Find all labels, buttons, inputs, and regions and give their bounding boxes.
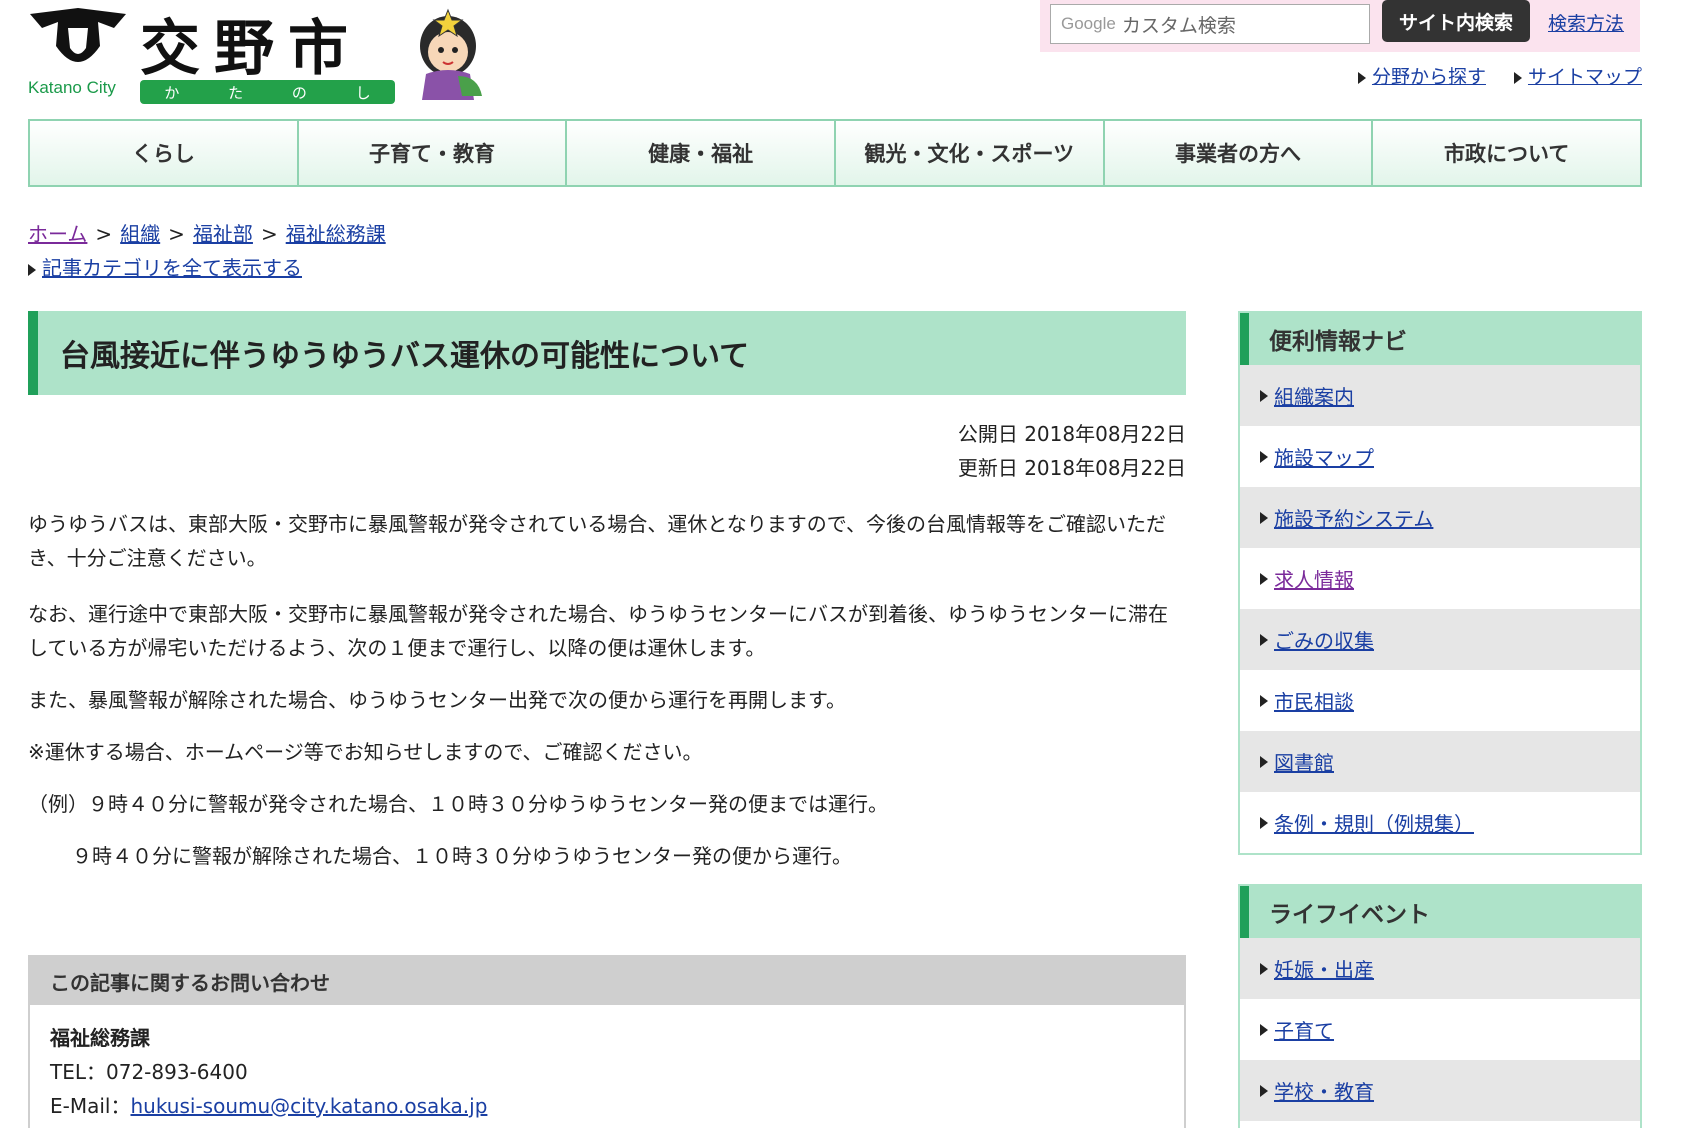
breadcrumb-welfare-section[interactable]: 福祉総務課 [286,222,386,246]
sidebar-item-consultation[interactable]: 市民相談 [1240,670,1640,731]
triangle-right-icon [1260,633,1268,646]
contact-tel: TEL：072-893-6400 [50,1060,248,1084]
search-button[interactable]: サイト内検索 [1382,0,1530,42]
triangle-right-icon [1513,71,1522,84]
breadcrumb: ホーム > 組織 > 福祉部 > 福祉総務課 [28,222,386,246]
nav-item-living[interactable]: くらし [30,121,299,185]
updated-date: 更新日 2018年08月22日 [957,456,1186,480]
nav-item-business[interactable]: 事業者の方へ [1104,121,1374,185]
google-brand: Google [1061,14,1116,33]
contact-heading: この記事に関するお問い合わせ [30,957,1184,1005]
triangle-right-icon [1260,694,1268,707]
contact-email-row: E-Mail：hukusi-soumu@city.katano.osaka.jp [50,1094,488,1118]
contact-body: 福祉総務課 TEL：072-893-6400 E-Mail：hukusi-sou… [30,1005,1184,1128]
logo-title: 交野市 [140,14,362,84]
sidebar-item-reservation[interactable]: 施設予約システム [1240,487,1640,548]
triangle-right-icon [28,263,36,276]
header-links: 分野から探す サイトマップ [1357,62,1642,89]
article-dates: 公開日 2018年08月22日 更新日 2018年08月22日 [28,417,1186,485]
published-date: 公開日 2018年08月22日 [957,422,1186,446]
nav-item-health[interactable]: 健康・福祉 [567,121,837,185]
sidebar-item-library[interactable]: 図書館 [1240,731,1640,792]
sidebar-list: 妊娠・出産 子育て 学校・教育 [1240,938,1640,1128]
sidebar-item-childcare[interactable]: 子育て [1240,999,1640,1060]
nav-item-citygov[interactable]: 市政について [1373,121,1641,185]
nav-item-tourism[interactable]: 観光・文化・スポーツ [836,121,1105,185]
site-search: Google カスタム検索 サイト内検索 検索方法 [1040,0,1640,52]
sidebar-item-garbage[interactable]: ごみの収集 [1240,609,1640,670]
logo-kana: か た の し [140,80,395,104]
triangle-right-icon [1260,572,1268,585]
triangle-right-icon [1260,755,1268,768]
sidebar-item-ordinances[interactable]: 条例・規則（例規集） [1240,792,1640,853]
sidebar-heading: 便利情報ナビ [1240,313,1640,365]
contact-box: この記事に関するお問い合わせ 福祉総務課 TEL：072-893-6400 E-… [28,955,1186,1128]
triangle-right-icon [1260,511,1268,524]
triangle-right-icon [1357,71,1366,84]
article-paragraph: ９時４０分に警報が解除された場合、１０時３０分ゆうゆうセンター発の便から運行。 [72,844,852,868]
breadcrumb-welfare-dept[interactable]: 福祉部 [193,222,253,246]
sidebar-useful-nav: 便利情報ナビ 組織案内 施設マップ 施設予約システム 求人情報 ごみの収集 市民… [1238,311,1642,855]
sidebar-item-education[interactable]: 学校・教育 [1240,1060,1640,1121]
logo-english: Katano City [28,78,116,97]
search-placeholder: カスタム検索 [1121,14,1236,37]
page-title: 台風接近に伴うゆうゆうバス運休の可能性について [28,311,1186,395]
triangle-right-icon [1260,450,1268,463]
search-input[interactable]: Google カスタム検索 [1050,4,1370,44]
show-all-categories[interactable]: 記事カテゴリを全て表示する [28,252,302,281]
contact-department: 福祉総務課 [50,1026,150,1050]
article: 台風接近に伴うゆうゆうバス運休の可能性について 公開日 2018年08月22日 … [28,311,1186,873]
sidebar-item-pregnancy[interactable]: 妊娠・出産 [1240,938,1640,999]
sidebar-life-events: ライフイベント 妊娠・出産 子育て 学校・教育 [1238,884,1642,1128]
sidebar-item-jobs[interactable]: 求人情報 [1240,548,1640,609]
contact-email-link[interactable]: hukusi-soumu@city.katano.osaka.jp [130,1094,487,1118]
article-paragraph: （例）９時４０分に警報が発令された場合、１０時３０分ゆうゆうセンター発の便までは… [28,792,888,816]
sidebar-list: 組織案内 施設マップ 施設予約システム 求人情報 ごみの収集 市民相談 図書館 … [1240,365,1640,853]
breadcrumb-home[interactable]: ホーム [28,222,87,246]
triangle-right-icon [1260,1084,1268,1097]
header-link-sitemap[interactable]: サイトマップ [1513,62,1642,89]
global-nav: くらし 子育て・教育 健康・福祉 観光・文化・スポーツ 事業者の方へ 市政につい… [28,119,1642,187]
sidebar-item-facility-map[interactable]: 施設マップ [1240,426,1640,487]
triangle-right-icon [1260,389,1268,402]
triangle-right-icon [1260,1023,1268,1036]
header-link-category[interactable]: 分野から探す [1357,62,1486,89]
article-paragraph: なお、運行途中で東部大阪・交野市に暴風警報が発令された場合、ゆうゆうセンターにバ… [28,602,1168,660]
article-paragraph: ※運休する場合、ホームページ等でお知らせしますので、ご確認ください。 [28,740,703,764]
sidebar-heading: ライフイベント [1240,886,1640,938]
sidebar-item-organization[interactable]: 組織案内 [1240,365,1640,426]
nav-item-childcare[interactable]: 子育て・教育 [298,121,568,185]
site-logo[interactable]: 交野市 Katano City か た の し [28,6,482,104]
search-help-link[interactable]: 検索方法 [1548,9,1624,36]
sidebar-item-more[interactable] [1240,1121,1640,1128]
triangle-right-icon [1260,962,1268,975]
city-emblem-icon [30,8,126,62]
triangle-right-icon [1260,816,1268,829]
article-paragraph: ゆうゆうバスは、東部大阪・交野市に暴風警報が発令されている場合、運休となりますの… [28,512,1166,570]
article-paragraph: また、暴風警報が解除された場合、ゆうゆうセンター出発で次の便から運行を再開します… [28,688,846,712]
breadcrumb-organization[interactable]: 組織 [120,222,160,246]
mascot-character-icon [420,8,482,100]
